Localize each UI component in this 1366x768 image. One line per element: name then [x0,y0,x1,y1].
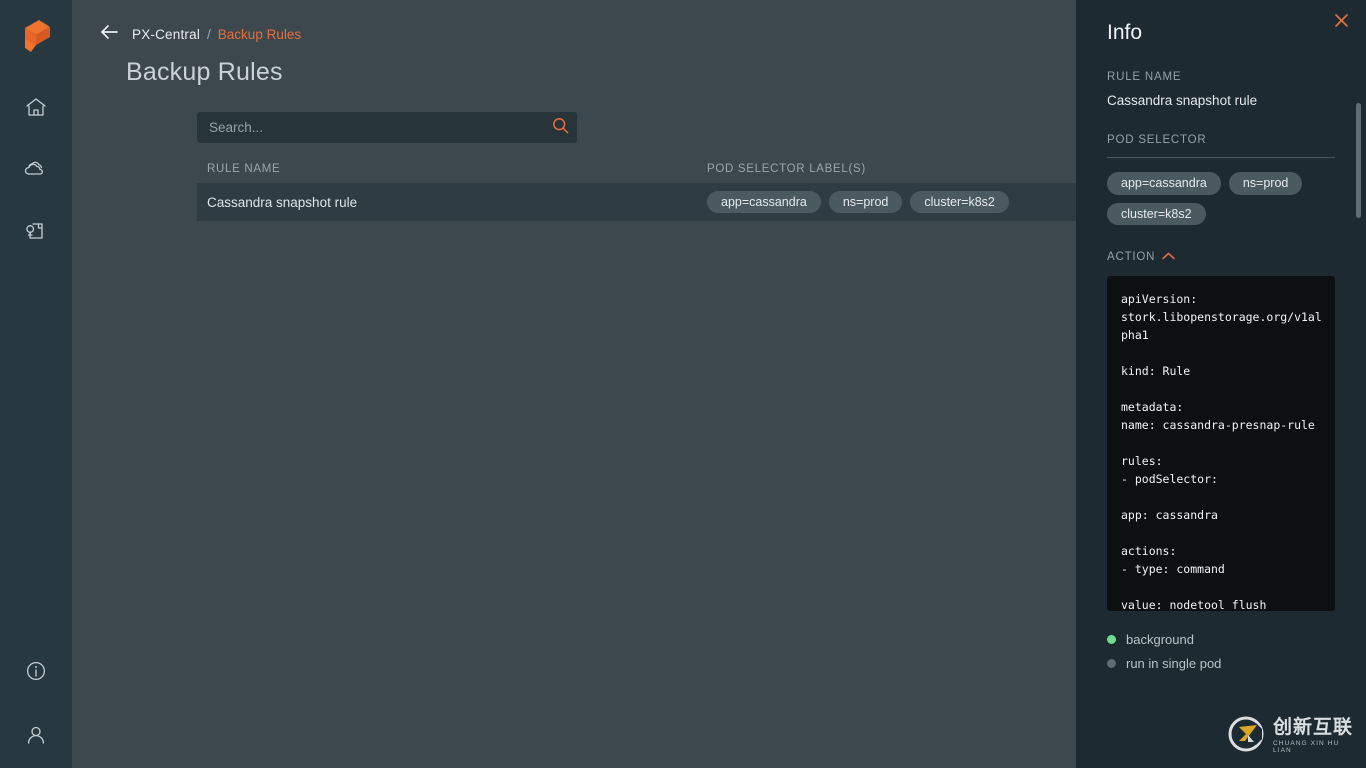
panel-title: Info [1107,21,1143,44]
status-label: run in single pod [1126,655,1222,671]
status-dot [1107,658,1116,668]
arrow-left-icon [99,24,119,45]
info-panel: Info RULE NAME Cassandra snapshot rule P… [1076,0,1366,768]
page-title: Backup Rules [126,58,283,86]
panel-body: RULE NAME Cassandra snapshot rule POD SE… [1076,71,1366,675]
sidebar-item-info[interactable] [16,656,56,686]
sidebar-item-account[interactable] [16,720,56,750]
chevron-up-icon [1162,251,1176,263]
action-label: ACTION [1107,251,1156,263]
table-row[interactable]: Cassandra snapshot rule app=cassandra ns… [197,183,1076,221]
table-header-row: RULE NAME POD SELECTOR LABEL(S) [197,155,1076,183]
pod-selector-chip: ns=prod [1228,172,1303,195]
column-header-pod-selector-labels: POD SELECTOR LABEL(S) [707,163,866,175]
breadcrumb-current[interactable]: Backup Rules [218,27,301,42]
action-flags: background run in single pod [1107,627,1335,675]
pod-selector-chips: app=cassandra ns=prod cluster=k8s2 [1107,172,1339,225]
rail-secondary-nav [0,656,72,750]
pod-selector-chip: cluster=k8s2 [1107,202,1206,225]
pod-selector-divider [1107,157,1335,158]
watermark: 创新互联 CHUANG XIN HU LIAN [1226,714,1358,758]
action-yaml-code: apiVersion: stork.libopenstorage.org/v1a… [1107,276,1335,611]
search-input[interactable] [197,112,543,143]
portworx-logo[interactable] [16,16,56,56]
search-icon [552,117,569,139]
backup-document-icon [25,220,47,242]
breadcrumb-separator: / [207,26,211,42]
pod-selector-label: POD SELECTOR [1107,134,1207,146]
watermark-cn: 创新互联 [1273,717,1354,738]
label-chip: app=cassandra [707,190,821,214]
label-chip: cluster=k8s2 [910,190,1009,214]
rail-primary-nav [0,92,72,246]
watermark-en: CHUANG XIN HU LIAN [1273,740,1340,754]
app-root: PX-Central / Backup Rules Backup Rules R… [0,0,1366,768]
panel-scrollbar[interactable] [1356,103,1361,218]
user-icon [25,724,47,746]
left-nav-rail [0,0,72,768]
rule-name-value: Cassandra snapshot rule [1107,93,1258,108]
back-button[interactable] [98,23,120,45]
search-bar [197,112,577,143]
rule-name-label: RULE NAME [1107,71,1182,83]
close-icon [1334,13,1349,33]
status-label: background [1126,631,1194,647]
home-icon [25,97,47,117]
cell-pod-selector-labels: app=cassandra ns=prod cluster=k8s2 [707,190,1076,214]
pod-selector-chip: app=cassandra [1107,172,1221,195]
main-content: PX-Central / Backup Rules Backup Rules R… [72,0,1076,768]
clouds-icon [24,160,48,178]
sidebar-item-home[interactable] [16,92,56,122]
sidebar-item-backup[interactable] [16,216,56,246]
info-circle-icon [25,660,47,682]
watermark-text: 创新互联 CHUANG XIN HU LIAN [1273,718,1358,754]
breadcrumb-root[interactable]: PX-Central [132,27,200,42]
action-section-toggle[interactable]: ACTION [1107,251,1335,263]
rules-table: RULE NAME POD SELECTOR LABEL(S) Cassandr… [197,155,1076,221]
sidebar-item-clusters[interactable] [16,154,56,184]
column-header-rule-name: RULE NAME [207,163,281,175]
search-button[interactable] [543,112,577,143]
status-item-background: background [1107,627,1335,651]
cx-logo-icon [1226,714,1266,759]
label-chip: ns=prod [828,190,903,214]
breadcrumb: PX-Central / Backup Rules [72,0,1076,44]
status-item-run-in-single-pod: run in single pod [1107,651,1335,675]
close-button[interactable] [1332,14,1350,32]
status-dot [1107,634,1116,644]
cell-rule-name: Cassandra snapshot rule [207,194,358,210]
